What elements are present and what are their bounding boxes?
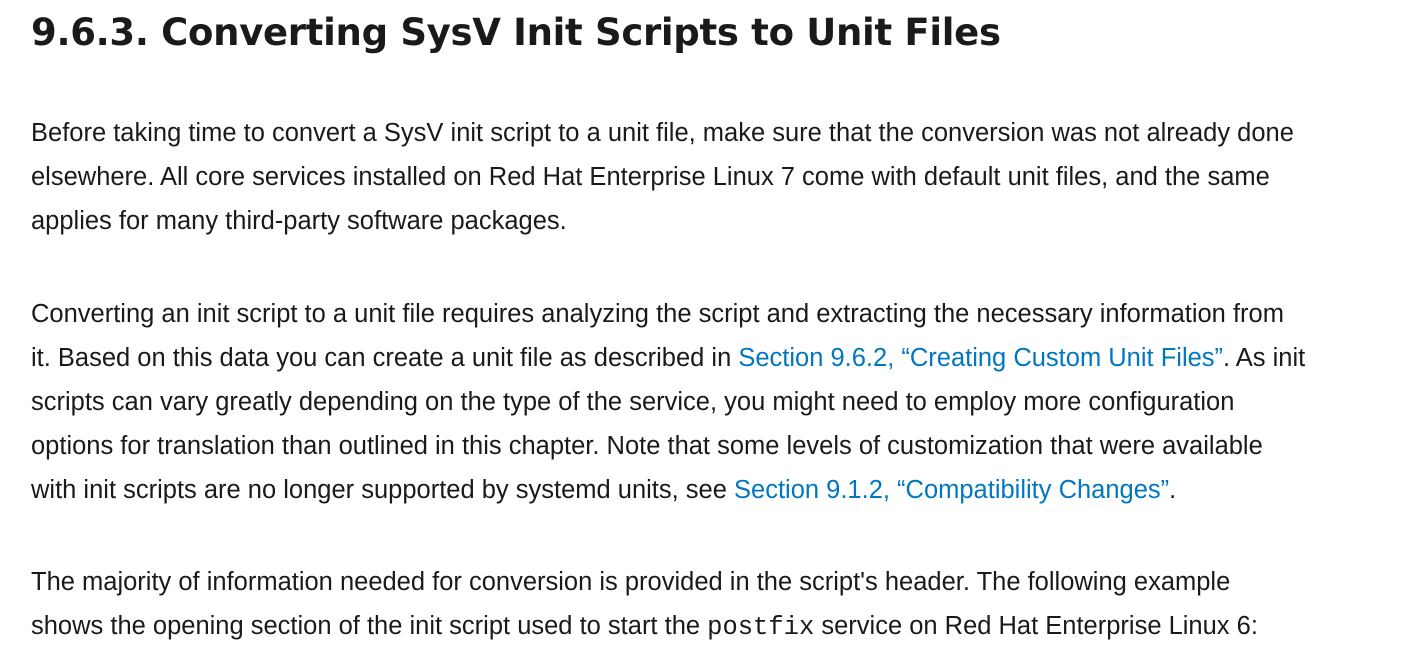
text-fragment: service on Red Hat Enterprise Linux 6: [814,612,1258,640]
text-fragment: with init scripts are no longer supporte… [31,476,735,504]
text-fragment: . [1169,476,1177,504]
link-creating-custom-unit-files[interactable]: Section 9.6.2, “Creating Custom Unit Fil… [738,344,1223,372]
paragraph-line: applies for many third-party software pa… [31,207,567,235]
code-postfix: postfix [707,613,815,642]
paragraph-line: Before taking time to convert a SysV ini… [31,119,1294,147]
section-title: 9.6.3. Converting SysV Init Scripts to U… [31,11,1001,54]
link-compatibility-changes[interactable]: Section 9.1.2, “Compatibility Changes” [734,476,1169,504]
paragraph-line: shows the opening section of the init sc… [31,604,1391,650]
paragraph-line: options for translation than outlined in… [31,432,1263,460]
paragraph-intro: Before taking time to convert a SysV ini… [31,111,1391,243]
text-fragment: . As init [1223,344,1306,372]
paragraph-line: it. Based on this data you can create a … [31,336,1391,380]
paragraph-line: scripts can vary greatly depending on th… [31,388,1235,416]
paragraph-header-example: The majority of information needed for c… [31,560,1391,650]
paragraph-line: elsewhere. All core services installed o… [31,163,1270,191]
paragraph-conversion: Converting an init script to a unit file… [31,292,1391,512]
paragraph-line: with init scripts are no longer supporte… [31,468,1391,512]
paragraph-line: The majority of information needed for c… [31,568,1231,596]
paragraph-line: Converting an init script to a unit file… [31,300,1284,328]
text-fragment: shows the opening section of the init sc… [31,612,708,640]
text-fragment: it. Based on this data you can create a … [31,344,739,372]
